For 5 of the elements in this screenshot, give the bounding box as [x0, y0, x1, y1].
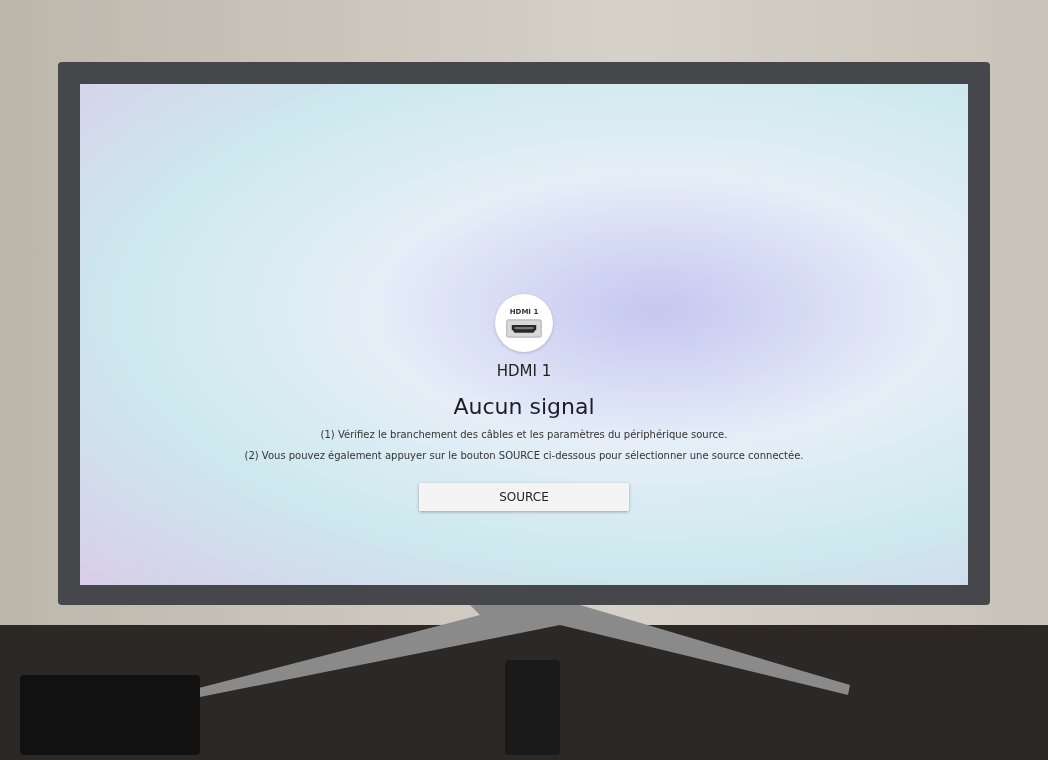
input-name: HDMI 1: [496, 362, 552, 380]
instruction-text: (2) Vous pouvez également appuyer sur le bouton SOURCE ci-dessous pour sélectionner une source connectée.: [244, 450, 804, 461]
instruction-text: (1) Vérifiez le branchement des câbles et les paramètres du périphérique source.: [320, 429, 728, 440]
message-title: Aucun signal: [453, 394, 595, 419]
source-button[interactable]: SOURCE: [419, 483, 629, 511]
